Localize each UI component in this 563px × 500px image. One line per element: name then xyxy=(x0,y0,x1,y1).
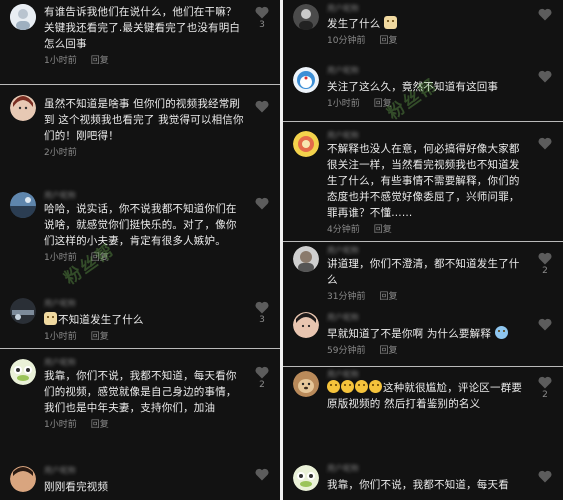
laughing-emoji-icon xyxy=(369,380,382,393)
comment-time: 2小时前 xyxy=(44,148,77,158)
username: 用户昵称 xyxy=(44,299,76,308)
comment-text: 刚刚看完视频 xyxy=(44,481,109,493)
comment-text: 发生了什么 xyxy=(327,18,381,30)
like-button[interactable] xyxy=(537,137,553,150)
cat-emoji-icon xyxy=(384,16,398,29)
like-button[interactable]: 3 xyxy=(254,301,270,326)
comment-text: 虽然不知道是啥事 但你们的视频我经常刷到 这个视频我也看完了 我觉得可以相信你们… xyxy=(44,98,244,142)
comment-item: 用户昵称 不解释也没人在意，何必搞得好像大家都很关注一样，当然看完视频我也不知道… xyxy=(283,131,563,237)
heart-icon xyxy=(255,301,269,314)
reply-link[interactable]: 回复 xyxy=(91,332,109,342)
reply-link[interactable]: 回复 xyxy=(379,292,397,302)
heart-icon xyxy=(255,100,269,113)
comment-text: 早就知道了不是你啊 为什么要解释 xyxy=(327,328,492,340)
comment-item: 用户昵称 这种就很尴尬，评论区一群要原版视频的 然后打着鉴别的名义 xyxy=(283,370,563,412)
reply-link[interactable]: 回复 xyxy=(91,56,109,66)
divider xyxy=(283,121,563,122)
laughing-emoji-icon xyxy=(355,380,368,393)
comment-item: 用户昵称 我靠，你们不说，我都不知道，每天看 xyxy=(283,464,563,493)
comment-time: 10分钟前 xyxy=(327,36,366,46)
comment-time: 4分钟前 xyxy=(327,225,360,235)
comment-item: 用户昵称 发生了什么 10分钟前 回复 xyxy=(283,4,563,48)
username: 用户昵称 xyxy=(44,191,76,200)
comment-item: 用户昵称 讲道理，你们不澄清，都不知道发生了什么 31分钟前 回复 xyxy=(283,246,563,304)
right-comment-column[interactable]: 用户昵称 发生了什么 10分钟前 回复 用户昵称 关注了这么久，竟然不知道有这回事… xyxy=(283,0,563,500)
comment-time: 1小时前 xyxy=(44,332,77,342)
heart-icon xyxy=(538,470,552,483)
comment-item: 用户昵称 不知道发生了什么 1小时前 回复 xyxy=(0,299,280,344)
sweat-emoji-icon xyxy=(494,326,508,339)
comment-time: 1小时前 xyxy=(327,99,360,109)
heart-icon xyxy=(255,468,269,481)
heart-icon xyxy=(538,70,552,83)
reply-link[interactable]: 回复 xyxy=(91,420,109,430)
divider xyxy=(283,366,563,367)
heart-icon xyxy=(538,8,552,21)
username: 用户昵称 xyxy=(327,464,359,473)
like-count: 2 xyxy=(542,266,548,276)
username: 用户昵称 xyxy=(327,370,359,379)
username: 用户昵称 xyxy=(44,466,76,475)
comment-text: 不知道发生了什么 xyxy=(58,314,144,326)
divider xyxy=(0,84,280,85)
comment-text: 有谁告诉我他们在说什么，他们在干嘛？关键我还看完了.最关键看完了也没有明白怎么回… xyxy=(44,6,241,50)
reply-link[interactable]: 回复 xyxy=(379,346,397,356)
comment-item: 虽然不知道是啥事 但你们的视频我经常刷到 这个视频我也看完了 我觉得可以相信你们… xyxy=(0,96,280,160)
comment-text: 我靠，你们不说，我都不知道，每天看你们的视频，感觉就像是自己身边的事情，我们也是… xyxy=(44,370,237,414)
comment-time: 31分钟前 xyxy=(327,292,366,302)
heart-icon xyxy=(538,137,552,150)
heart-icon xyxy=(255,6,269,19)
like-button[interactable]: 2 xyxy=(537,252,553,277)
comment-item: 用户昵称 哈哈，说实话，你不说我都不知道你们在说啥，就感觉你们挺快乐的。对了，像… xyxy=(0,191,280,265)
heart-icon xyxy=(255,366,269,379)
laughing-emoji-icon xyxy=(341,380,354,393)
comment-time: 1小时前 xyxy=(44,420,77,430)
heart-icon xyxy=(538,252,552,265)
username: 用户昵称 xyxy=(327,4,359,13)
comment-time: 1小时前 xyxy=(44,56,77,66)
like-button[interactable]: 3 xyxy=(254,6,270,31)
like-button[interactable]: 2 xyxy=(537,376,553,401)
username: 用户昵称 xyxy=(327,246,359,255)
like-count: 3 xyxy=(259,315,265,325)
comment-item: 用户昵称 刚刚看完视频 xyxy=(0,466,280,495)
like-count: 2 xyxy=(259,380,265,390)
like-button[interactable] xyxy=(254,197,270,210)
like-count: 3 xyxy=(259,20,265,30)
like-button[interactable] xyxy=(537,318,553,331)
comment-item: 有谁告诉我他们在说什么，他们在干嘛？关键我还看完了.最关键看完了也没有明白怎么回… xyxy=(0,4,280,68)
heart-icon xyxy=(538,376,552,389)
reply-link[interactable]: 回复 xyxy=(379,36,397,46)
comment-item: 用户昵称 我靠，你们不说，我都不知道，每天看你们的视频，感觉就像是自己身边的事情… xyxy=(0,358,280,432)
username: 用户昵称 xyxy=(327,313,359,322)
reply-link[interactable]: 回复 xyxy=(374,225,392,235)
like-button[interactable] xyxy=(254,100,270,113)
like-button[interactable] xyxy=(537,8,553,21)
username: 用户昵称 xyxy=(44,358,76,367)
comment-text: 讲道理，你们不澄清，都不知道发生了什么 xyxy=(327,258,520,286)
divider xyxy=(0,348,280,349)
like-button[interactable] xyxy=(537,470,553,483)
cat-emoji-icon xyxy=(44,312,57,325)
like-button[interactable] xyxy=(537,70,553,83)
comment-text: 不解释也没人在意，何必搞得好像大家都很关注一样，当然看完视频我也不知道发生了什么… xyxy=(327,143,520,219)
like-button[interactable] xyxy=(254,468,270,481)
like-count: 2 xyxy=(542,390,548,400)
like-button[interactable]: 2 xyxy=(254,366,270,391)
comment-text: 哈哈，说实话，你不说我都不知道你们在说啥，就感觉你们挺快乐的。对了，像你们这样的… xyxy=(44,203,237,247)
comment-time: 59分钟前 xyxy=(327,346,366,356)
heart-icon xyxy=(255,197,269,210)
comment-item: 用户昵称 早就知道了不是你啊 为什么要解释 59分钟前 回复 xyxy=(283,313,563,358)
comment-text: 我靠，你们不说，我都不知道，每天看 xyxy=(327,479,509,491)
username: 用户昵称 xyxy=(327,131,359,140)
laughing-emoji-icon xyxy=(327,380,340,393)
left-comment-column[interactable]: 有谁告诉我他们在说什么，他们在干嘛？关键我还看完了.最关键看完了也没有明白怎么回… xyxy=(0,0,280,500)
heart-icon xyxy=(538,318,552,331)
divider xyxy=(283,241,563,242)
